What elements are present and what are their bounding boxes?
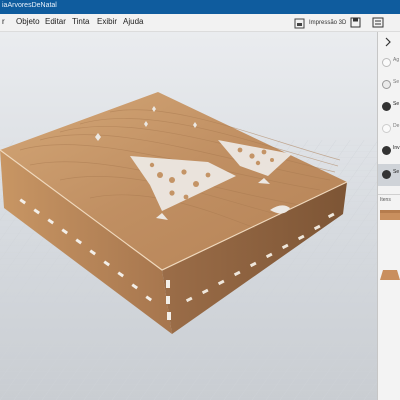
panel-option-6-label: Se bbox=[393, 169, 400, 175]
menu-editar[interactable]: Editar bbox=[45, 17, 66, 26]
panel-option-2[interactable]: Se bbox=[378, 74, 400, 96]
menu-arquivo[interactable]: r bbox=[2, 17, 5, 26]
menu-tinta[interactable]: Tinta bbox=[72, 17, 90, 26]
radio-selected-icon bbox=[382, 146, 391, 155]
print-3d-button[interactable]: Impressão 3D bbox=[294, 16, 346, 30]
items-section-label: Itens bbox=[380, 197, 391, 203]
print-3d-label: Impressão 3D bbox=[309, 20, 347, 26]
divider bbox=[378, 194, 400, 195]
panel-option-6[interactable]: Se bbox=[378, 164, 400, 186]
panel-option-1-label: Ag bbox=[393, 57, 400, 63]
library-icon[interactable] bbox=[372, 17, 384, 28]
item-thumbnail-box[interactable] bbox=[380, 208, 400, 222]
radio-icon bbox=[382, 80, 391, 89]
panel-option-3[interactable]: Se bbox=[378, 96, 400, 118]
menu-ajuda[interactable]: Ajuda bbox=[123, 17, 143, 26]
window-title: iaArvoresDeNatal bbox=[2, 2, 57, 9]
panel-option-5-label: Inv bbox=[393, 145, 400, 151]
save-icon[interactable] bbox=[350, 17, 361, 28]
menu-bar: r Objeto Editar Tinta Exibir Ajuda Impre… bbox=[0, 14, 400, 32]
radio-selected-icon bbox=[382, 170, 391, 179]
panel-option-4-label: De bbox=[393, 123, 400, 129]
panel-option-1[interactable]: Ag bbox=[378, 52, 400, 74]
panel-option-3-label: Se bbox=[393, 101, 400, 107]
radio-icon bbox=[382, 124, 391, 133]
scene bbox=[0, 92, 377, 400]
panel-option-5[interactable]: Inv bbox=[378, 140, 400, 162]
chevron-right-icon[interactable] bbox=[383, 37, 393, 47]
right-panel: Ag Se Se De Inv Se Itens bbox=[377, 32, 400, 400]
3d-viewport[interactable] bbox=[0, 32, 377, 400]
radio-selected-icon bbox=[382, 102, 391, 111]
item-thumbnail-lid[interactable] bbox=[380, 268, 400, 282]
panel-option-2-label: Se bbox=[393, 79, 400, 85]
title-bar: iaArvoresDeNatal bbox=[0, 0, 400, 14]
radio-icon bbox=[382, 58, 391, 67]
printer-3d-icon bbox=[294, 18, 305, 28]
panel-option-4[interactable]: De bbox=[378, 118, 400, 140]
menu-exibir[interactable]: Exibir bbox=[97, 17, 117, 26]
menu-objeto[interactable]: Objeto bbox=[16, 17, 40, 26]
